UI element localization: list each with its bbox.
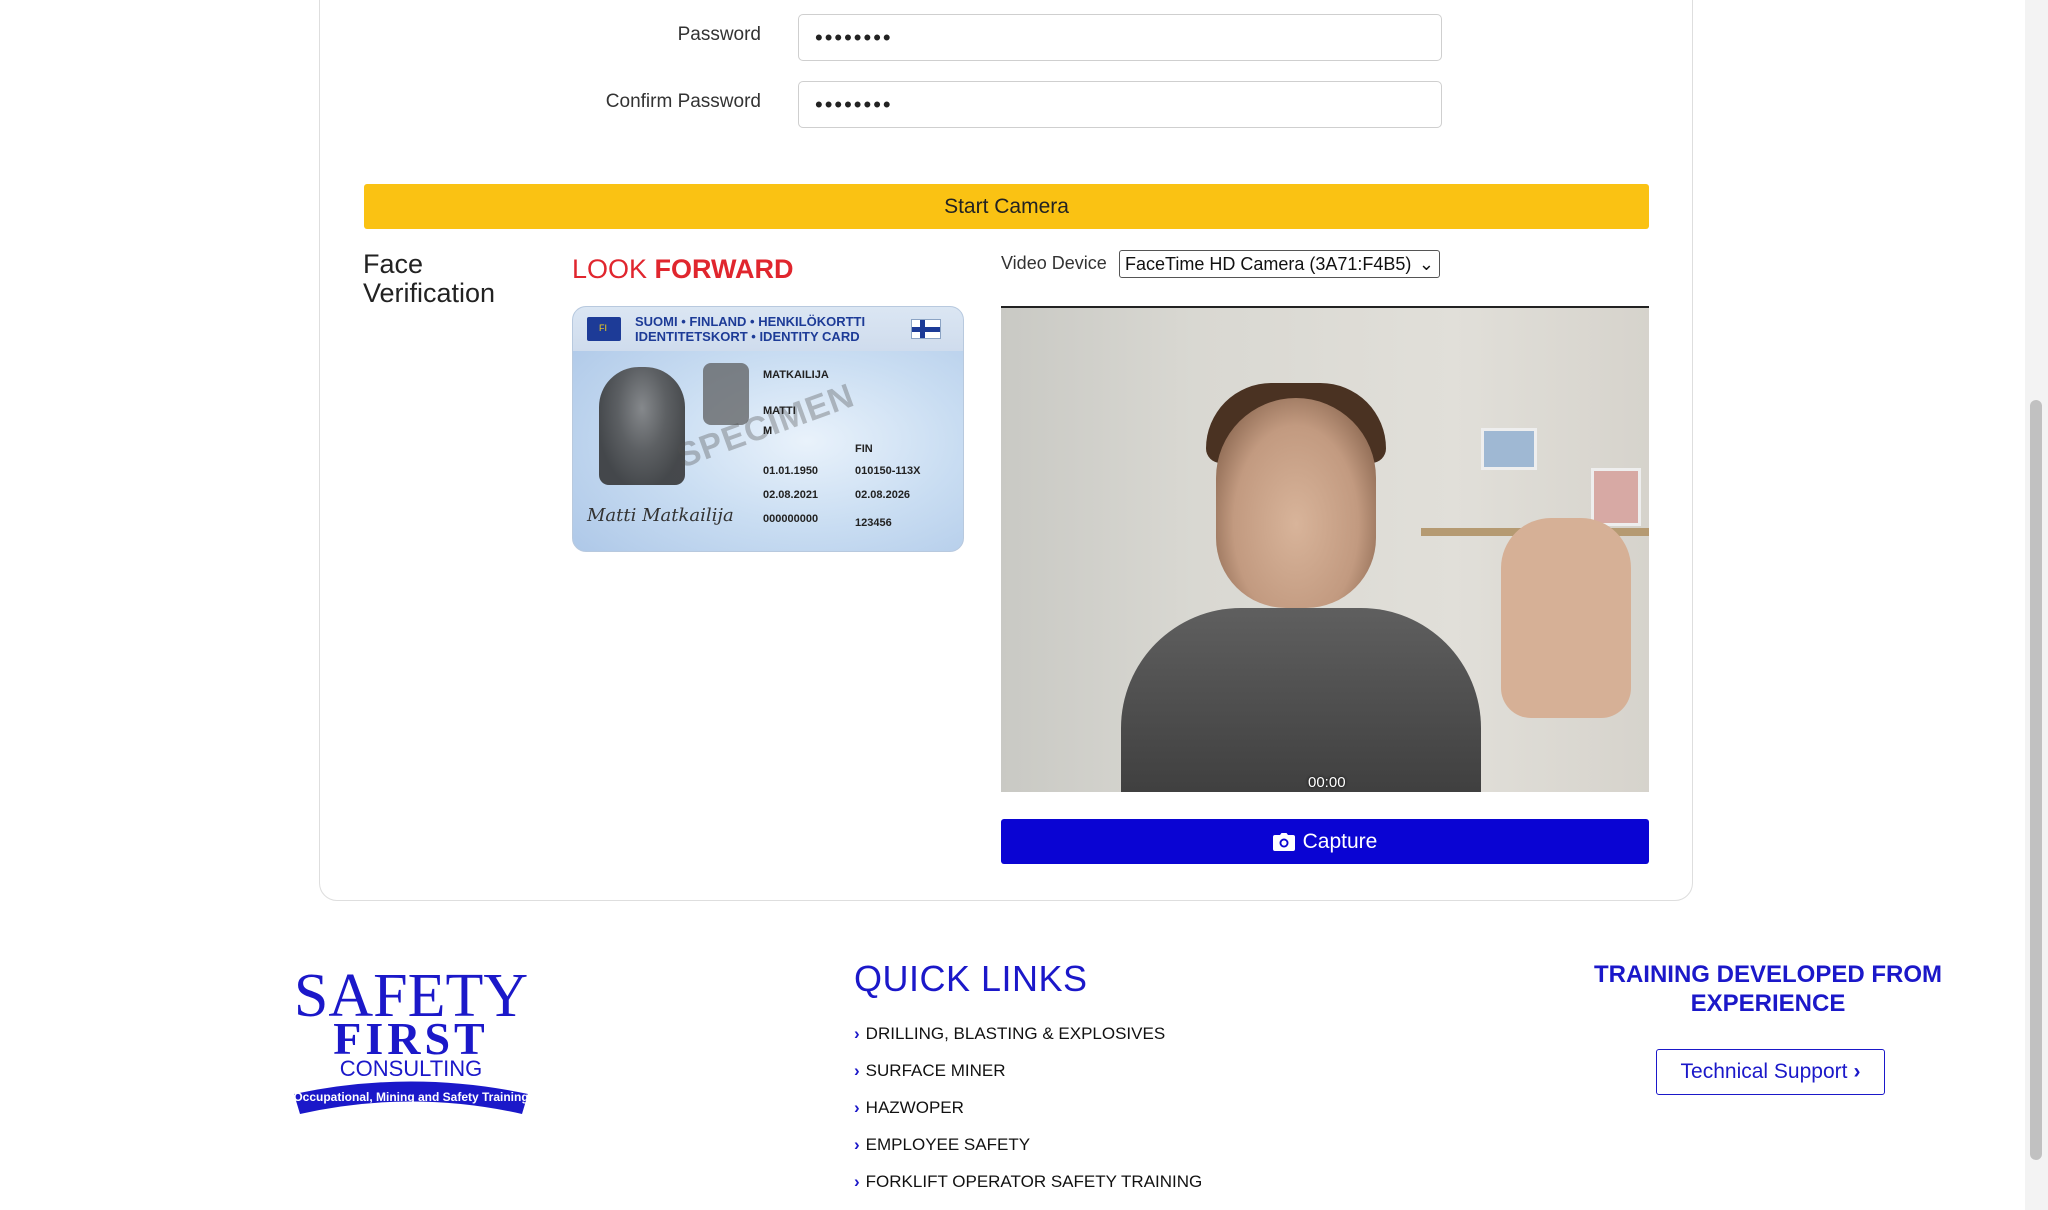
logo-line3: CONSULTING [340, 1056, 483, 1081]
video-device-value: FaceTime HD Camera (3A71:F4B5) [1125, 253, 1412, 274]
quick-link-drilling[interactable]: › DRILLING, BLASTING & EXPLOSIVES [854, 1024, 1165, 1044]
quick-link-label: DRILLING, BLASTING & EXPLOSIVES [865, 1024, 1166, 1043]
person-face [1216, 398, 1376, 608]
video-device-select[interactable]: FaceTime HD Camera (3A71:F4B5) ⌄ [1119, 250, 1440, 278]
camera-icon [1272, 832, 1295, 851]
id-signature: Matti Matkailija [587, 505, 734, 526]
camera-preview: 00:00 [1001, 306, 1649, 792]
chevron-right-icon: › [854, 1135, 860, 1154]
logo-banner: Occupational, Mining and Safety Training [293, 1090, 528, 1104]
confirm-password-field[interactable]: •••••••• [798, 81, 1442, 128]
wall-picture-2 [1591, 468, 1641, 526]
id-header-line2: IDENTITETSKORT • IDENTITY CARD [635, 329, 860, 344]
look-emphasis: FORWARD [654, 254, 794, 284]
training-tagline: TRAINING DEVELOPED FROM EXPERIENCE [1560, 960, 1976, 1018]
scrollbar-thumb[interactable] [2030, 400, 2042, 1160]
safety-first-logo[interactable]: SAFETY FIRST CONSULTING Occupational, Mi… [290, 964, 532, 1119]
person-body [1121, 608, 1481, 792]
wall-picture [1481, 428, 1537, 470]
quick-link-label: SURFACE MINER [865, 1061, 1006, 1080]
video-timestamp: 00:00 [1308, 774, 1346, 791]
start-camera-button[interactable]: Start Camera [364, 184, 1649, 229]
password-label: Password [677, 24, 761, 45]
chevron-right-icon: › [854, 1098, 860, 1117]
training-line2: EXPERIENCE [1690, 990, 1846, 1017]
quick-link-label: FORKLIFT OPERATOR SAFETY TRAINING [865, 1172, 1203, 1191]
face-title-line2: Verification [363, 278, 496, 308]
quick-link-employee-safety[interactable]: › EMPLOYEE SAFETY [854, 1135, 1030, 1155]
quick-link-label: EMPLOYEE SAFETY [865, 1135, 1031, 1154]
technical-support-button[interactable]: Technical Support › [1656, 1049, 1885, 1095]
id-header-line1: SUOMI • FINLAND • HENKILÖKORTTI [635, 314, 866, 329]
eu-code: FI [599, 323, 607, 333]
chevron-right-icon: › [1853, 1060, 1861, 1083]
look-forward-instruction: LOOK FORWARD [572, 254, 794, 285]
id-surname: MATKAILIJA [763, 369, 829, 381]
id-sex: M [763, 425, 773, 437]
capture-label: Capture [1302, 829, 1378, 853]
id-personal-code: 010150-113X [855, 465, 921, 477]
technical-support-label: Technical Support [1680, 1060, 1848, 1083]
quick-links-title: QUICK LINKS [854, 958, 1088, 999]
id-card-image: FI SUOMI • FINLAND • HENKILÖKORTTI IDENT… [572, 306, 964, 552]
eu-flag-icon: FI [587, 317, 621, 341]
video-device-label: Video Device [1001, 253, 1107, 273]
face-title-line1: Face [363, 249, 424, 279]
id-issue-date: 02.08.2021 [763, 489, 819, 501]
password-field[interactable]: •••••••• [798, 14, 1442, 61]
quick-link-label: HAZWOPER [865, 1098, 964, 1117]
id-can: 123456 [855, 517, 892, 529]
person-hand [1501, 518, 1631, 718]
look-prefix: LOOK [572, 254, 648, 284]
chevron-right-icon: › [854, 1172, 860, 1191]
finland-flag-icon [911, 319, 941, 339]
training-line1: TRAINING DEVELOPED FROM [1593, 961, 1942, 988]
id-nationality: FIN [855, 443, 873, 455]
quick-link-forklift[interactable]: › FORKLIFT OPERATOR SAFETY TRAINING [854, 1172, 1202, 1192]
id-given-name: MATTI [763, 405, 796, 417]
quick-link-hazwoper[interactable]: › HAZWOPER [854, 1098, 964, 1118]
chevron-right-icon: › [854, 1061, 860, 1080]
id-card-header: SUOMI • FINLAND • HENKILÖKORTTI IDENTITE… [635, 314, 865, 344]
face-verification-heading: Face Verification [363, 250, 495, 308]
id-birth-date: 01.01.1950 [763, 465, 819, 477]
id-portrait [599, 367, 685, 485]
confirm-password-label: Confirm Password [605, 91, 761, 112]
chevron-right-icon: › [854, 1024, 860, 1043]
quick-link-surface-miner[interactable]: › SURFACE MINER [854, 1061, 1005, 1081]
id-expiry-date: 02.08.2026 [855, 489, 911, 501]
id-number: 000000000 [763, 513, 819, 525]
capture-button[interactable]: Capture [1001, 819, 1649, 864]
chevron-down-icon: ⌄ [1418, 253, 1434, 274]
